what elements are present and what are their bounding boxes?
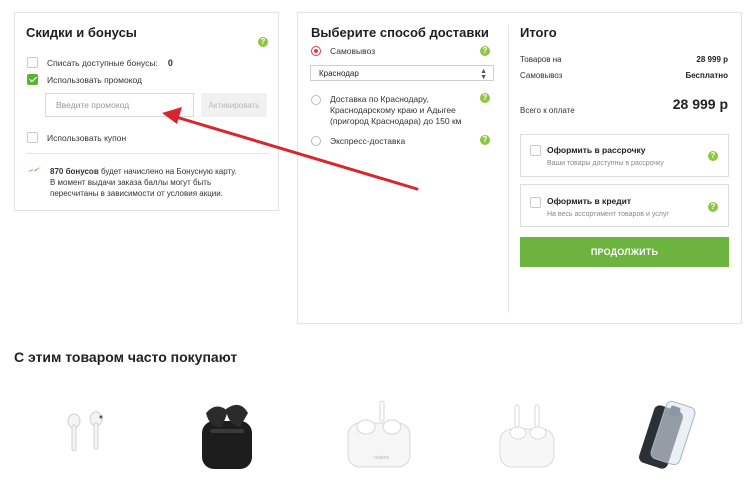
city-select[interactable]: Краснодар ▲ ▼ — [310, 65, 494, 81]
delivery-panel: Выберите способ доставки Самовывоз ? Кра… — [297, 12, 742, 324]
divider — [26, 153, 269, 154]
city-select-value: Краснодар — [319, 68, 359, 78]
courier-label: Доставка по Краснодару, Краснодарскому к… — [330, 94, 462, 127]
installment-checkbox[interactable] — [530, 145, 541, 156]
delivery-option-express[interactable]: Экспресс-доставка — [311, 136, 405, 146]
bonus-info: 870 бонусов будет начислено на Бонусную … — [50, 166, 275, 199]
pickup-label: Самовывоз — [330, 46, 376, 56]
product-earbuds-white-case[interactable]: realme — [340, 393, 420, 483]
credit-option[interactable]: Оформить в кредит На весь ассортимент то… — [520, 184, 729, 227]
promo-label: Использовать промокод — [47, 74, 143, 85]
continue-button[interactable]: ПРОДОЛЖИТЬ — [520, 237, 729, 267]
product-earbuds-white[interactable] — [52, 393, 132, 483]
courier-line3: (пригород Краснодара) до 150 км — [330, 116, 462, 126]
express-label: Экспресс-доставка — [330, 136, 406, 146]
help-icon[interactable]: ? — [480, 46, 490, 56]
help-icon[interactable]: ? — [708, 151, 718, 161]
coupon-checkbox[interactable] — [27, 132, 38, 143]
discounts-title: Скидки и бонусы — [26, 25, 137, 40]
items-label: Товаров на — [520, 55, 562, 64]
earbuds-white-icon — [67, 411, 103, 452]
earbuds-white-case-icon: realme — [347, 400, 411, 468]
bonuses-value: 0 — [167, 57, 173, 68]
discounts-panel: Скидки и бонусы ? Списать доступные бону… — [14, 12, 279, 211]
credit-sub: На весь ассортимент товаров и услуг — [547, 211, 669, 218]
promo-row[interactable]: Использовать промокод — [27, 74, 142, 85]
related-title: С этим товаром часто покупают — [14, 349, 238, 365]
product-earbuds-white-open[interactable] — [488, 393, 568, 483]
pickup-cost-label: Самовывоз — [520, 71, 563, 80]
pickup-radio[interactable] — [311, 46, 321, 56]
earbuds-white-open-icon — [499, 404, 555, 468]
bonuses-label: Списать доступные бонусы: — [47, 57, 158, 68]
installment-title: Оформить в рассрочку — [547, 145, 646, 155]
help-icon[interactable]: ? — [480, 93, 490, 103]
bonus-line2: В момент выдачи заказа баллы могут быть — [50, 178, 212, 187]
chevron-updown-icon: ▲ ▼ — [480, 68, 487, 81]
sum-value: 28 999 р — [672, 96, 728, 112]
coupon-label: Использовать купон — [47, 132, 127, 143]
bonuses-checkbox[interactable] — [27, 57, 38, 68]
courier-radio[interactable] — [311, 95, 321, 105]
promo-input[interactable]: Введите промокод — [45, 93, 194, 117]
delivery-option-pickup[interactable]: Самовывоз — [311, 46, 375, 56]
bonus-line1: будет начислено на Бонусную карту. — [98, 167, 237, 176]
help-icon[interactable]: ? — [258, 37, 268, 47]
product-earbuds-black[interactable] — [192, 393, 272, 483]
bonuses-row[interactable]: Списать доступные бонусы: 0 — [27, 57, 173, 68]
lightning-icon — [27, 167, 41, 172]
help-icon[interactable]: ? — [708, 202, 718, 212]
express-radio[interactable] — [311, 136, 321, 146]
delivery-option-courier[interactable]: Доставка по Краснодару, Краснодарскому к… — [311, 94, 462, 127]
items-value: 28 999 р — [696, 55, 728, 64]
credit-checkbox[interactable] — [530, 197, 541, 208]
installment-option[interactable]: Оформить в рассрочку Ваши товары доступн… — [520, 134, 729, 177]
installment-sub: Ваши товары доступны в рассрочку — [547, 160, 664, 167]
earbuds-black-case-icon — [202, 404, 252, 469]
help-icon[interactable]: ? — [480, 135, 490, 145]
courier-line1: Доставка по Краснодару, — [330, 94, 429, 104]
svg-text:realme: realme — [374, 455, 390, 461]
delivery-title: Выберите способ доставки — [311, 25, 489, 40]
phone-case-icon — [639, 400, 696, 469]
panel-divider — [508, 25, 509, 313]
sum-label: Всего к оплате — [520, 106, 575, 115]
courier-line2: Краснодарскому краю и Адыгее — [330, 105, 456, 115]
promo-checkbox[interactable] — [27, 74, 38, 85]
total-title: Итого — [520, 25, 557, 40]
bonus-line3: пересчитаны в зависимости от условия акц… — [50, 189, 223, 198]
bonus-count: 870 бонусов — [50, 167, 99, 176]
pickup-cost-value: Бесплатно — [685, 71, 728, 80]
product-phone-case[interactable] — [630, 393, 710, 483]
coupon-row[interactable]: Использовать купон — [27, 132, 126, 143]
activate-button[interactable]: Активировать — [201, 93, 267, 117]
credit-title: Оформить в кредит — [547, 196, 632, 206]
